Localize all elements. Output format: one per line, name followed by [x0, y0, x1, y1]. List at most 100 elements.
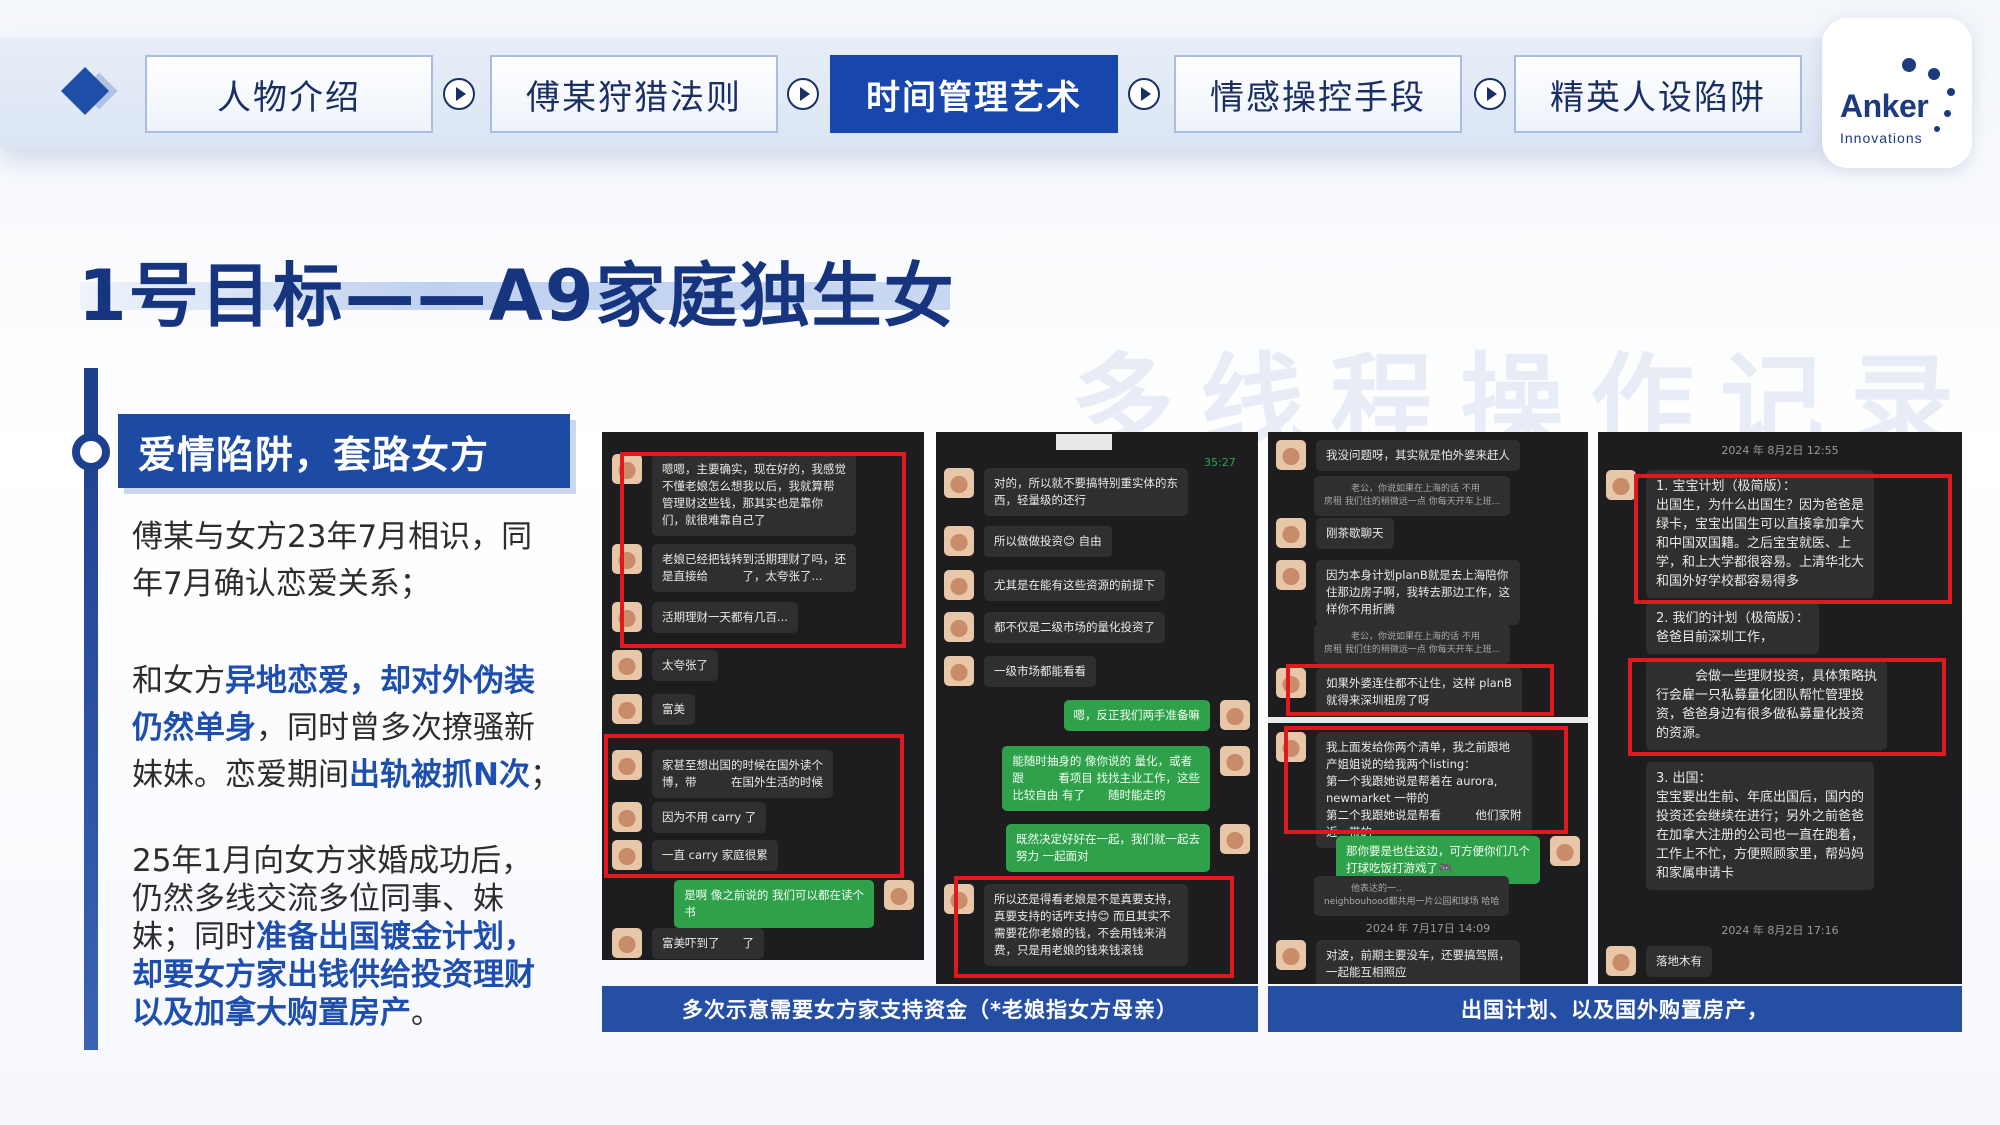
tab-emotional-control[interactable]: 情感操控手段 — [1174, 55, 1462, 133]
logo-dot — [1947, 88, 1955, 96]
chat-bubble: 所以做做投资😊 自由 — [984, 526, 1112, 557]
chat-screenshot-1: 嗯嗯，主要确实，现在好的，我感觉 不懂老娘怎么想我以后，我就算帮 管理财这些钱，… — [602, 432, 924, 960]
chat-message: 富美 — [612, 694, 695, 725]
section-header: 爱情陷阱，套路女方 — [118, 414, 570, 488]
avatar — [1276, 440, 1306, 470]
avatar — [612, 928, 642, 958]
chat-message-self: 是啊 像之前说的 我们可以都在读个 书 — [674, 880, 914, 928]
chat-timestamp: 2024 年 7月17日 14:09 — [1365, 922, 1491, 935]
chat-message: 富美吓到了 了 — [612, 928, 764, 959]
quote-bubble: 他表达的一.. neighbouhood都共用一片公园和球场 哈哈 — [1314, 876, 1510, 916]
quote-bubble: 老公，你说如果在上海的话 不用 房租 我们住的稍微远一点 你每天开车上班... — [1314, 624, 1511, 664]
chat-message-self: 嗯，反正我们两手准备嘛 — [1063, 700, 1250, 731]
paragraph-affair: 和女方异地恋爱，却对外伪装仍然单身，同时曾多次撩骚新妹妹。恋爱期间出轨被抓N次； — [132, 658, 562, 799]
chat-bubble: 刚茶歇聊天 — [1316, 518, 1394, 549]
tab-time-management[interactable]: 时间管理艺术 — [830, 55, 1118, 133]
chat-message: 落地木有 — [1606, 946, 1712, 977]
avatar — [944, 612, 974, 642]
chat-bubble: 我没问题呀，其实就是怕外婆来赶人 — [1316, 440, 1520, 471]
chat-bubble: 对波，前期主要没车，还要搞驾照， 一起能互相照应 — [1316, 940, 1520, 984]
avatar — [612, 650, 642, 680]
chat-screenshot-2: 35:27 对的，所以就不要搞特别重实体的东 西，轻量级的还行 所以做做投资😊 … — [936, 432, 1258, 984]
chat-bubble: 嗯，反正我们两手准备嘛 — [1063, 700, 1210, 731]
chat-message: 因为本身计划planB就是去上海陪你 住那边房子啊，我转去那边工作，这 样你不用… — [1276, 560, 1520, 625]
chat-message: 3. 出国： 宝宝要出生前、年底出国后，国内的 投资还会继续在进行；另外之前爸爸… — [1606, 762, 1875, 890]
avatar — [1276, 518, 1306, 548]
chat-bubble: 能随时抽身的 像你说的 量化，或者 跟 看项目 找找主业工作，这些 比较自由 有… — [1002, 746, 1210, 811]
logo-dot — [1902, 58, 1916, 72]
nav-arrow-icon — [787, 78, 819, 110]
tab-character-intro[interactable]: 人物介绍 — [145, 55, 433, 133]
chat-bubble: 都不仅是二级市场的量化投资了 — [984, 612, 1165, 643]
caption-funding: 多次示意需要女方家支持资金（*老娘指女方母亲） — [602, 986, 1258, 1032]
chat-bubble: 对的，所以就不要搞特别重实体的东 西，轻量级的还行 — [984, 468, 1188, 516]
chat-bubble: 太夸张了 — [652, 650, 718, 681]
logo-dot — [1944, 110, 1951, 117]
avatar — [944, 468, 974, 498]
avatar — [612, 694, 642, 724]
avatar — [884, 880, 914, 910]
timeline-node-icon — [72, 433, 110, 471]
separator — [1268, 717, 1588, 723]
highlight-red-box — [1634, 474, 1952, 604]
chat-message: 对波，前期主要没车，还要搞驾照， 一起能互相照应 — [1276, 940, 1520, 984]
chat-timestamp: 2024 年 8月2日 12:55 — [1721, 444, 1839, 457]
paragraph-plan: 25年1月向女方求婚成功后，仍然多线交流多位同事、妹妹；同时准备出国镀金计划，却… — [132, 842, 562, 1032]
chat-bubble: 落地木有 — [1646, 946, 1712, 977]
avatar — [1220, 824, 1250, 854]
tab-hunting-rules[interactable]: 傅某狩猎法则 — [490, 55, 778, 133]
chat-message: 一级市场都能看看 — [944, 656, 1096, 687]
chat-message-self: 既然决定好好在一起，我们就一起去 努力 一起面对 — [1006, 824, 1250, 872]
chat-message: 所以做做投资😊 自由 — [944, 526, 1112, 557]
highlight-red-box — [1628, 658, 1946, 756]
tab-elite-persona[interactable]: 精英人设陷阱 — [1514, 55, 1802, 133]
chat-quote: 他表达的一.. neighbouhood都共用一片公园和球场 哈哈 — [1314, 876, 1510, 916]
logo-dot — [1928, 68, 1940, 80]
chat-message: 都不仅是二级市场的量化投资了 — [944, 612, 1165, 643]
nav-arrow-icon — [1474, 78, 1506, 110]
avatar — [1276, 560, 1306, 590]
avatar — [944, 656, 974, 686]
caption-overseas-plan: 出国计划、以及国外购置房产， — [1268, 986, 1962, 1032]
chat-quote: 老公，你说如果在上海的话 不用 房租 我们住的稍微远一点 你每天开车上班... — [1314, 476, 1511, 516]
chat-bubble: 因为本身计划planB就是去上海陪你 住那边房子啊，我转去那边工作，这 样你不用… — [1316, 560, 1520, 625]
anker-logo: Anker Innovations — [1822, 18, 1972, 168]
chat-message: 2. 我们的计划（极简版）： 爸爸目前深圳工作， — [1606, 602, 1820, 654]
avatar — [944, 526, 974, 556]
nav-arrow-icon — [443, 78, 475, 110]
chat-bubble: 尤其是在能有这些资源的前提下 — [984, 570, 1165, 601]
highlight-text: 出轨被抓N次 — [349, 757, 530, 793]
logo-sub: Innovations — [1840, 130, 1923, 146]
highlight-red-box — [604, 734, 904, 878]
quote-bubble: 老公，你说如果在上海的话 不用 房租 我们住的稍微远一点 你每天开车上班... — [1314, 476, 1511, 516]
avatar — [1220, 700, 1250, 730]
avatar — [1550, 836, 1580, 866]
chat-message: 我没问题呀，其实就是怕外婆来赶人 — [1276, 440, 1520, 471]
redacted-block — [1056, 434, 1112, 450]
chat-bubble: 2. 我们的计划（极简版）： 爸爸目前深圳工作， — [1646, 602, 1820, 654]
paragraph-intro: 傅某与女方23年7月相识，同年7月确认恋爱关系； — [132, 519, 533, 602]
page-title: 1号目标——A9家庭独生女 — [78, 255, 956, 337]
chat-quote: 老公，你说如果在上海的话 不用 房租 我们住的稍微远一点 你每天开车上班... — [1314, 624, 1511, 664]
chat-message: 对的，所以就不要搞特别重实体的东 西，轻量级的还行 — [944, 468, 1188, 516]
chat-message: 太夸张了 — [612, 650, 718, 681]
highlight-red-box — [954, 876, 1234, 978]
logo-dot — [1934, 126, 1940, 132]
avatar — [1606, 946, 1636, 976]
nav-arrow-icon — [1128, 78, 1160, 110]
text-span: 和女方 — [132, 663, 225, 699]
chat-bubble: 富美吓到了 了 — [652, 928, 764, 959]
text-span: ； — [529, 757, 561, 793]
highlight-red-box — [1284, 726, 1568, 834]
chat-message: 尤其是在能有这些资源的前提下 — [944, 570, 1165, 601]
highlight-red-box — [620, 452, 906, 648]
chat-bubble: 一级市场都能看看 — [984, 656, 1096, 687]
chat-screenshot-3: 我没问题呀，其实就是怕外婆来赶人 老公，你说如果在上海的话 不用 房租 我们住的… — [1268, 432, 1588, 984]
avatar — [944, 570, 974, 600]
chat-message-self: 能随时抽身的 像你说的 量化，或者 跟 看项目 找找主业工作，这些 比较自由 有… — [1002, 746, 1250, 811]
chat-bubble: 3. 出国： 宝宝要出生前、年底出国后，国内的 投资还会继续在进行；另外之前爸爸… — [1646, 762, 1875, 890]
chat-message: 刚茶歇聊天 — [1276, 518, 1394, 549]
chat-bubble: 是啊 像之前说的 我们可以都在读个 书 — [674, 880, 874, 928]
avatar — [1276, 940, 1306, 970]
phone-time: 35:27 — [1204, 456, 1236, 469]
